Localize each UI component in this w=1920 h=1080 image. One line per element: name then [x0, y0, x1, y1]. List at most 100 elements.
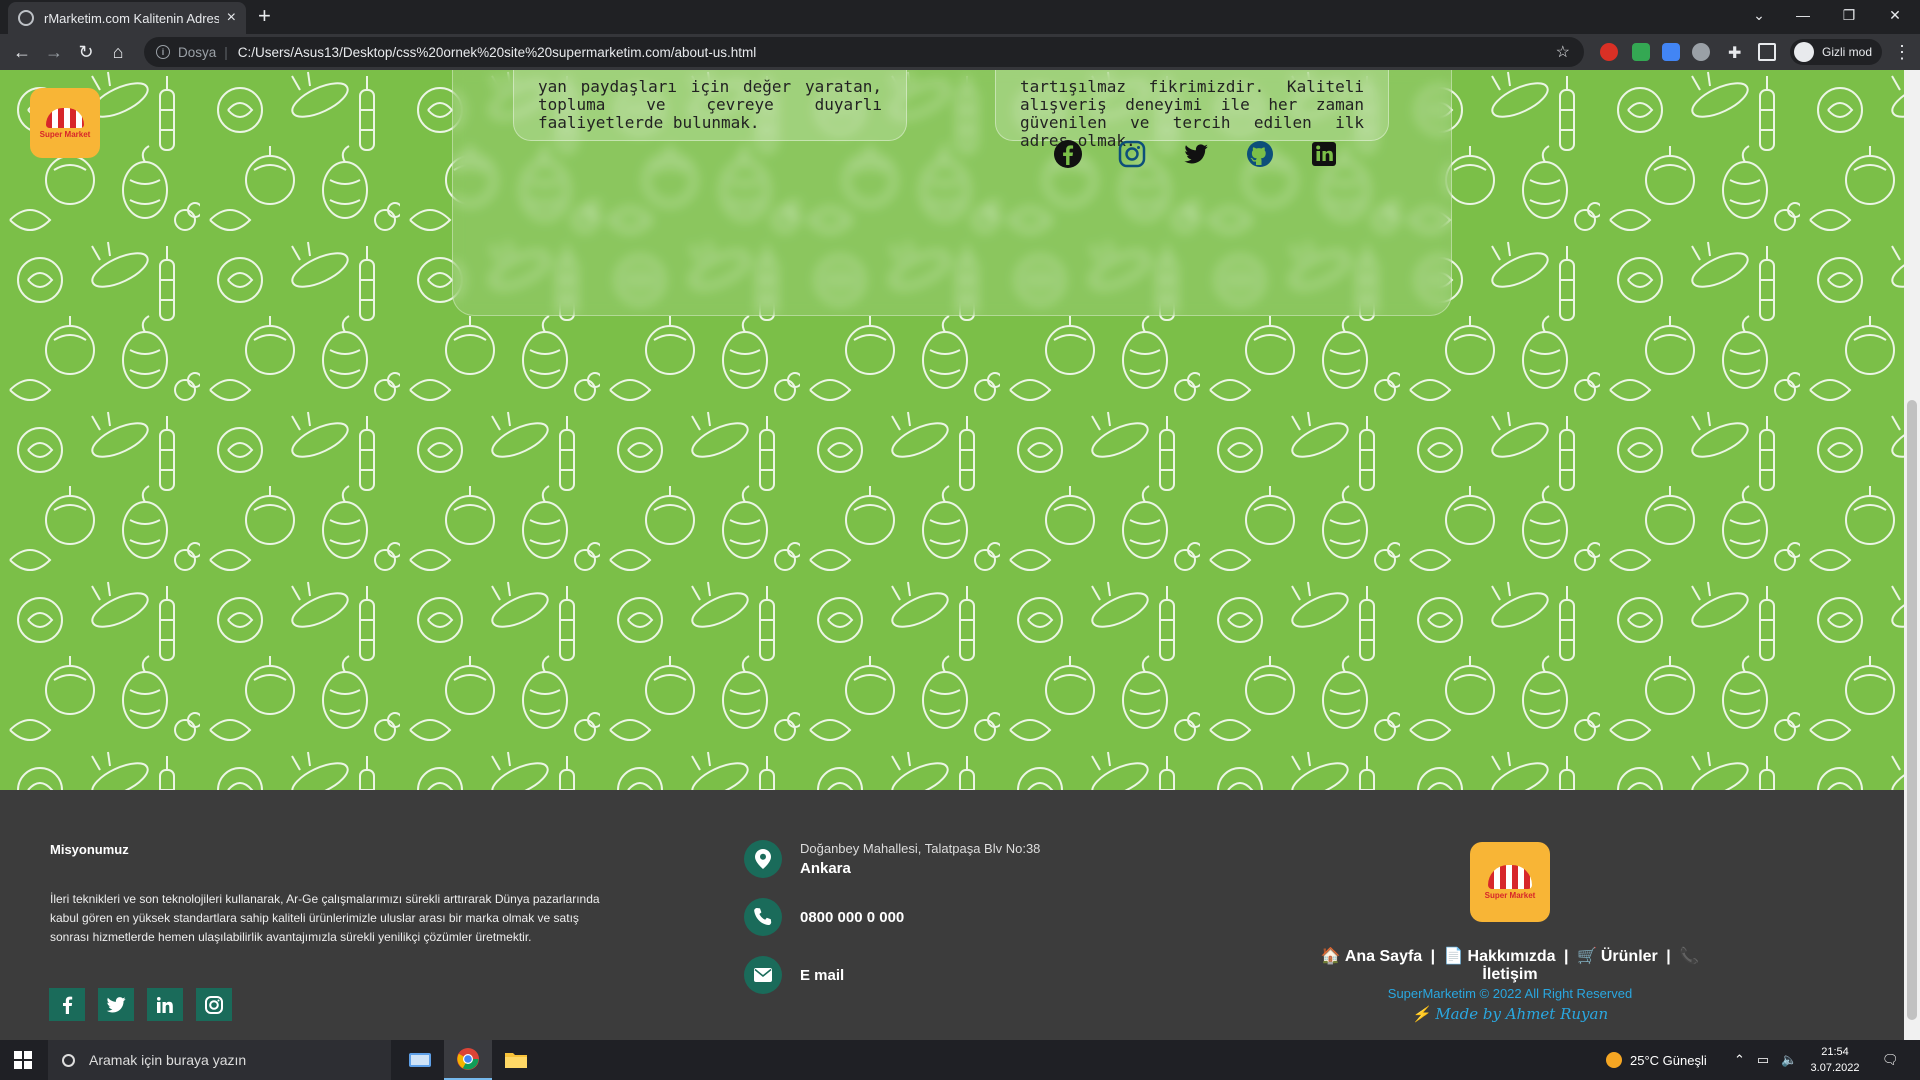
- network-icon[interactable]: ▭: [1757, 1052, 1769, 1068]
- nav-separator: |: [1430, 948, 1436, 965]
- footer-nav-contact[interactable]: İletişim: [1482, 966, 1537, 983]
- copyright-text: SuperMarketim © 2022 All Right Reserved: [1387, 986, 1633, 1001]
- new-tab-button[interactable]: +: [258, 5, 271, 27]
- footer-logo[interactable]: Super Market: [1470, 842, 1550, 922]
- footer-nav-about[interactable]: Hakkımızda: [1468, 948, 1556, 965]
- house-icon: 🏠: [1320, 948, 1341, 965]
- home-icon[interactable]: ⌂: [106, 40, 130, 64]
- address-city: Ankara: [800, 860, 851, 877]
- linkedin-icon[interactable]: [1309, 139, 1339, 169]
- profile-label: Gizli mod: [1822, 45, 1873, 59]
- url-text[interactable]: C:/Users/Asus13/Desktop/css%20ornek%20si…: [238, 45, 756, 60]
- clock-time: 21:54: [1821, 1046, 1849, 1058]
- globe-icon: [18, 10, 34, 26]
- tab-search-icon[interactable]: ⌄: [1736, 0, 1782, 30]
- email-link[interactable]: E mail: [800, 967, 844, 984]
- telephone-icon: 📞: [1679, 948, 1700, 965]
- address-line: Doğanbey Mahallesi, Talatpaşa Blv No:38: [800, 841, 1041, 856]
- search-icon: [62, 1053, 75, 1067]
- volume-icon[interactable]: 🔈: [1781, 1052, 1797, 1068]
- browser-tab-bar: rMarketim.com Kalitenin Adresi × + ⌄ — ❐…: [0, 0, 1920, 34]
- footer-social-links: [49, 988, 232, 1021]
- chevron-up-icon[interactable]: ⌃: [1734, 1052, 1745, 1068]
- clock-date: 3.07.2022: [1810, 1062, 1860, 1074]
- contact-email[interactable]: E mail: [744, 956, 844, 994]
- footer-logo-text: Super Market: [1484, 890, 1536, 900]
- phone-number[interactable]: 0800 000 0 000: [800, 909, 904, 926]
- reload-icon[interactable]: ↻: [74, 40, 98, 64]
- footer-twitter-icon[interactable]: [98, 988, 134, 1021]
- shield-extension-icon[interactable]: [1632, 43, 1650, 61]
- scrollbar-thumb[interactable]: [1907, 400, 1917, 1020]
- weather-widget[interactable]: 25°C Güneşli: [1606, 1040, 1707, 1080]
- mission-text: İleri teknikleri ve son teknolojileri ku…: [50, 892, 600, 944]
- incognito-profile-button[interactable]: Gizli mod: [1790, 39, 1883, 65]
- incognito-icon: [1794, 42, 1814, 62]
- footer-nav: 🏠 Ana Sayfa | 📄 Hakkımızda | 🛒 Ürünler | 📞 İ…: [1300, 946, 1720, 984]
- extension-icon[interactable]: [1692, 43, 1710, 61]
- lightning-icon: ⚡: [1411, 1005, 1431, 1023]
- cart-icon: 🛒: [1576, 948, 1597, 965]
- nav-separator: |: [1666, 948, 1671, 965]
- minimize-button[interactable]: —: [1780, 0, 1826, 30]
- bookmark-star-icon[interactable]: ☆: [1556, 42, 1570, 62]
- side-panel-icon[interactable]: [1758, 43, 1776, 61]
- close-window-button[interactable]: ✕: [1872, 0, 1918, 30]
- restore-button[interactable]: ❐: [1826, 0, 1872, 30]
- page-scrollbar[interactable]: [1904, 70, 1920, 1040]
- taskbar-clock[interactable]: 21:54 3.07.2022: [1800, 1044, 1870, 1076]
- store-awning-icon: [46, 107, 84, 128]
- site-footer: Misyonumuz İleri teknikleri ve son tekno…: [0, 790, 1904, 1040]
- task-view-icon[interactable]: [396, 1040, 444, 1080]
- puzzle-extensions-icon[interactable]: ✚: [1728, 43, 1746, 62]
- taskbar-search[interactable]: Aramak için buraya yazın: [48, 1040, 391, 1080]
- made-by[interactable]: ⚡ Made by Ahmet Ruyan: [1300, 1005, 1720, 1023]
- notifications-icon[interactable]: 🗨: [1882, 1040, 1899, 1080]
- vision-card: tartışılmaz fikrimizdir. Kaliteli alışve…: [995, 70, 1389, 150]
- chrome-taskbar-icon[interactable]: [444, 1040, 492, 1080]
- phone-icon: [744, 898, 782, 936]
- translate-extension-icon[interactable]: [1662, 43, 1680, 61]
- contact-address: Doğanbey Mahallesi, Talatpaşa Blv No:38 …: [744, 840, 1040, 878]
- page-viewport: Super Market yan paydaşları için değer y…: [0, 70, 1920, 1040]
- nav-separator: |: [1564, 948, 1569, 965]
- location-pin-icon: [744, 840, 782, 878]
- store-awning-icon: [1488, 864, 1532, 889]
- browser-menu-icon[interactable]: ⋮: [1893, 42, 1911, 63]
- back-icon[interactable]: ←: [10, 40, 34, 64]
- info-icon[interactable]: i: [156, 45, 170, 59]
- logo-text: Super Market: [39, 129, 91, 139]
- browser-toolbar: ← → ↻ ⌂ i Dosya | C:/Users/Asus13/Deskto…: [0, 34, 1920, 70]
- social-links: [1053, 139, 1339, 169]
- footer-instagram-icon[interactable]: [196, 988, 232, 1021]
- github-icon[interactable]: [1245, 139, 1275, 169]
- site-logo[interactable]: Super Market: [30, 88, 100, 158]
- footer-nav-home[interactable]: Ana Sayfa: [1345, 948, 1422, 965]
- windows-start-icon[interactable]: [14, 1051, 32, 1069]
- contact-phone[interactable]: 0800 000 0 000: [744, 898, 904, 936]
- footer-nav-products[interactable]: Ürünler: [1601, 948, 1658, 965]
- tab-title: rMarketim.com Kalitenin Adresi: [44, 10, 219, 26]
- instagram-icon[interactable]: [1117, 139, 1147, 169]
- footer-facebook-icon[interactable]: [49, 988, 85, 1021]
- system-tray: ⌃ ▭ 🔈: [1734, 1040, 1797, 1080]
- browser-tab[interactable]: rMarketim.com Kalitenin Adresi ×: [8, 2, 246, 34]
- facebook-icon[interactable]: [1053, 139, 1083, 169]
- twitter-icon[interactable]: [1181, 139, 1211, 169]
- mission-card: yan paydaşları için değer yaratan, toplu…: [513, 70, 907, 141]
- footer-linkedin-icon[interactable]: [147, 988, 183, 1021]
- sun-icon: [1606, 1052, 1622, 1068]
- scheme-label: Dosya: [178, 44, 217, 60]
- mission-card-text: yan paydaşları için değer yaratan, toplu…: [538, 77, 882, 132]
- separator: |: [224, 44, 228, 60]
- adblock-extension-icon[interactable]: [1600, 43, 1618, 61]
- taskbar-search-placeholder: Aramak için buraya yazın: [89, 1052, 247, 1068]
- envelope-icon: [744, 956, 782, 994]
- file-explorer-icon[interactable]: [492, 1040, 540, 1080]
- windows-taskbar: Aramak için buraya yazın 25°C Güneşli ⌃ …: [0, 1040, 1920, 1080]
- made-by-text[interactable]: Made by Ahmet Ruyan: [1435, 1005, 1608, 1023]
- about-glass-panel: yan paydaşları için değer yaratan, toplu…: [452, 70, 1452, 316]
- forward-icon[interactable]: →: [42, 40, 66, 64]
- address-bar[interactable]: i Dosya | C:/Users/Asus13/Desktop/css%20…: [144, 37, 1584, 67]
- tab-close-button[interactable]: ×: [227, 9, 236, 27]
